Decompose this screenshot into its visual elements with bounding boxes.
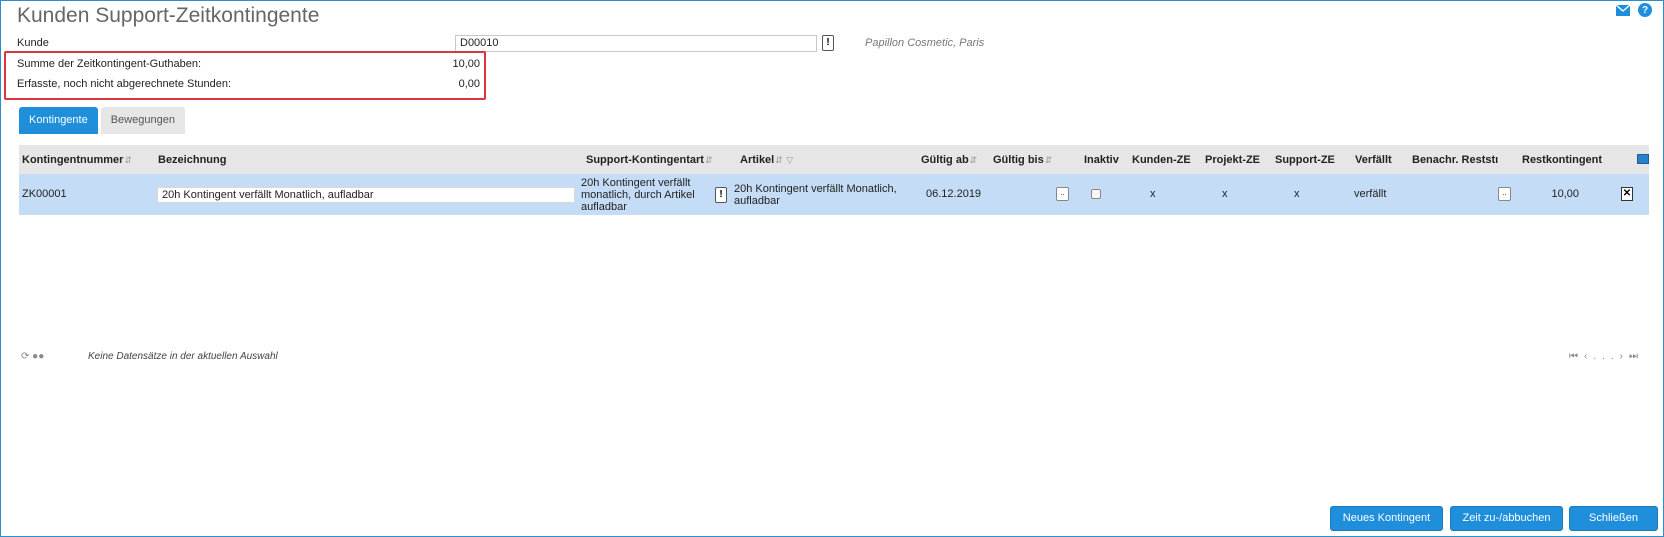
sort-icon[interactable]: ⇵ <box>705 155 713 165</box>
help-icon[interactable]: ? <box>1638 3 1652 17</box>
prev-page-icon[interactable]: ‹ <box>1584 351 1593 362</box>
col-gueltig-bis[interactable]: Gültig bis⇵ <box>993 145 1052 174</box>
tab-bewegungen[interactable]: Bewegungen <box>100 107 185 134</box>
cell-support-ze: x <box>1294 188 1300 200</box>
cell-kontingentnummer: ZK00001 <box>22 188 67 200</box>
col-benachr[interactable]: Benachr. Reststı <box>1412 145 1498 174</box>
sort-icon[interactable]: ⇵ <box>124 155 132 165</box>
kontingentart-lookup-button[interactable]: ! <box>715 187 727 203</box>
mail-icon[interactable] <box>1616 5 1630 16</box>
benachr-picker-button[interactable]: .. <box>1498 187 1511 201</box>
delete-row-button[interactable]: ✕ <box>1621 187 1633 201</box>
sort-icon[interactable]: ⇵ <box>1045 155 1053 165</box>
cell-restkontingent: 10,00 <box>1551 188 1579 200</box>
zeit-buchen-button[interactable]: Zeit zu-/abbuchen <box>1450 506 1563 531</box>
col-support-kontingentart[interactable]: Support-Kontingentart⇵ <box>586 145 712 174</box>
col-projekt-ze[interactable]: Projekt-ZE <box>1205 145 1260 174</box>
col-kontingentnummer[interactable]: Kontingentnummer⇵ <box>22 145 132 174</box>
col-kunden-ze[interactable]: Kunden-ZE <box>1132 145 1191 174</box>
grid-status: Keine Datensätze in der aktuellen Auswah… <box>88 351 278 362</box>
sort-icon[interactable]: ⇵ <box>970 155 978 165</box>
cell-projekt-ze: x <box>1222 188 1228 200</box>
highlight-box <box>4 51 486 100</box>
cell-support-kontingentart: 20h Kontingent verfällt monatlich, durch… <box>581 177 695 213</box>
col-artikel[interactable]: Artikel⇵ ▽ <box>740 145 793 174</box>
col-verfaellt[interactable]: Verfällt <box>1355 145 1392 174</box>
refresh-icon[interactable]: ⟳ <box>21 351 29 362</box>
schliessen-button[interactable]: Schließen <box>1569 506 1658 531</box>
col-restkontingent[interactable]: Restkontingent <box>1522 145 1602 174</box>
settings-icon[interactable]: ●● <box>32 351 44 362</box>
top-toolbar: ? <box>1616 3 1652 17</box>
col-gueltig-ab[interactable]: Gültig ab⇵ <box>921 145 977 174</box>
customer-name: Papillon Cosmetic, Paris <box>865 37 985 49</box>
pager-dots: ... <box>1593 351 1620 362</box>
kunde-input[interactable]: D00010 <box>455 35 817 52</box>
gueltig-bis-picker-button[interactable]: .. <box>1056 187 1069 201</box>
table-row[interactable]: ZK00001 20h Kontingent verfällt Monatlic… <box>19 174 1649 215</box>
kunde-lookup-button[interactable]: ! <box>822 35 834 51</box>
column-chooser-icon[interactable] <box>1637 154 1649 164</box>
grid-header: Kontingentnummer⇵ Bezeichnung Support-Ko… <box>19 145 1649 174</box>
first-page-icon[interactable]: ⏮ <box>1569 351 1584 362</box>
col-inaktiv[interactable]: Inaktiv <box>1084 145 1119 174</box>
sort-icon[interactable]: ⇵ <box>775 155 783 165</box>
neues-kontingent-button[interactable]: Neues Kontingent <box>1330 506 1443 531</box>
kunde-label: Kunde <box>17 37 49 49</box>
bezeichnung-input[interactable]: 20h Kontingent verfällt Monatlich, aufla… <box>157 187 575 203</box>
col-support-ze[interactable]: Support-ZE <box>1275 145 1335 174</box>
tab-kontingente[interactable]: Kontingente <box>19 107 98 134</box>
grid-footer-tools: ⟳ ●● <box>21 351 44 362</box>
filter-icon[interactable]: ▽ <box>784 155 793 165</box>
next-page-icon[interactable]: › <box>1620 351 1629 362</box>
cell-kunden-ze: x <box>1150 188 1156 200</box>
pager: ⏮‹...›⏭ <box>1569 351 1644 362</box>
last-page-icon[interactable]: ⏭ <box>1629 351 1644 362</box>
cell-verfaellt: verfällt <box>1354 188 1387 200</box>
cell-artikel: 20h Kontingent verfällt Monatlich, aufla… <box>734 183 897 207</box>
inaktiv-checkbox[interactable] <box>1091 189 1101 199</box>
col-bezeichnung[interactable]: Bezeichnung <box>158 145 226 174</box>
cell-gueltig-ab: 06.12.2019 <box>926 188 982 200</box>
tab-bar: Kontingente Bewegungen <box>19 107 185 134</box>
page-title: Kunden Support-Zeitkontingente <box>17 4 320 27</box>
